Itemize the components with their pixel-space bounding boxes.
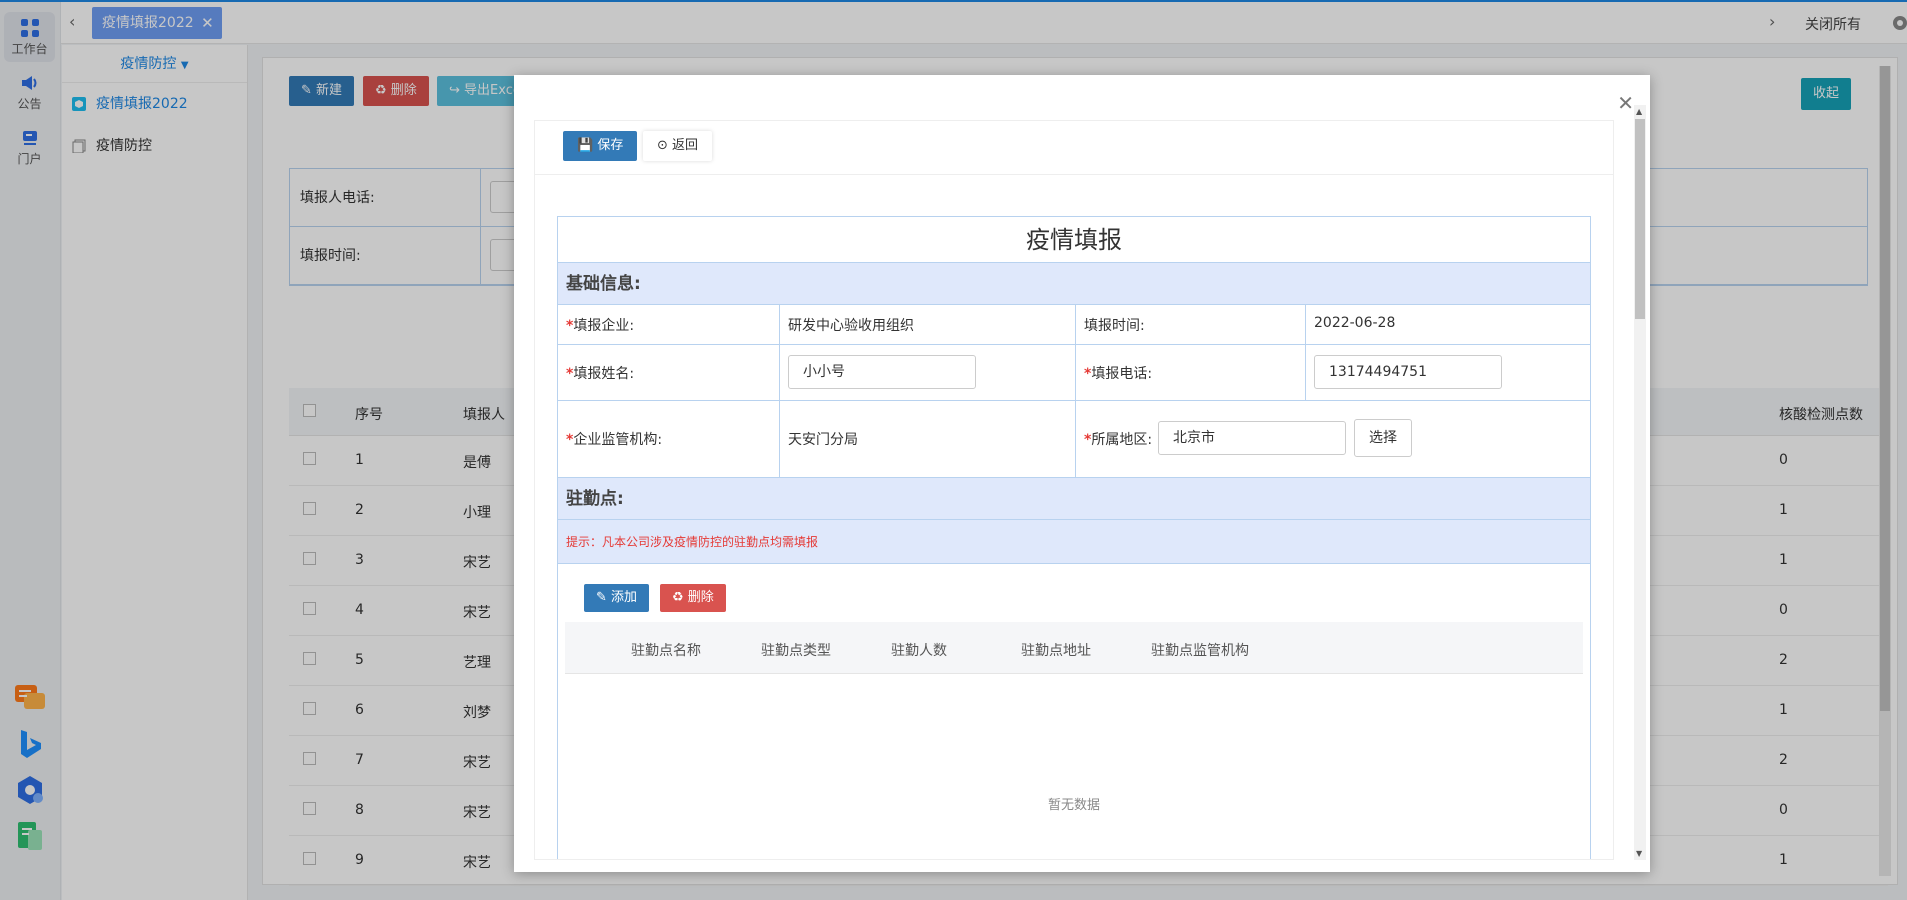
back-icon: ⊙	[657, 138, 673, 153]
add-label: 添加	[611, 590, 638, 605]
report-form: 疫情填报 基础信息: *填报企业: 研发中心验收用组织 填报时间: 2022-0…	[557, 216, 1591, 859]
col-station-count: 驻勤人数	[891, 643, 947, 659]
region-label: 所属地区:	[1091, 432, 1153, 448]
company-label-cell: *填报企业:	[558, 305, 780, 344]
save-button[interactable]: 💾 保存	[563, 131, 638, 161]
scroll-down-icon[interactable]: ▼	[1636, 849, 1642, 858]
close-icon[interactable]: ✕	[1617, 93, 1634, 113]
name-value-cell: 小小号	[780, 345, 1076, 400]
report-modal: ✕ 💾 保存 ⊙ 返回 疫情填报 基础信息: *填报企业: 研发中心验收用组织 …	[514, 75, 1650, 872]
save-label: 保存	[597, 138, 624, 153]
form-row-name: *填报姓名: 小小号 *填报电话: 13174494751	[558, 345, 1590, 401]
col-station-org: 驻勤点监管机构	[1151, 643, 1249, 659]
company-label: 填报企业:	[573, 318, 635, 334]
scrollbar-thumb[interactable]	[1635, 119, 1645, 319]
scroll-up-icon[interactable]: ▲	[1636, 107, 1642, 116]
region-cell: *所属地区: 北京市 选择	[1076, 401, 1592, 477]
org-label: 企业监管机构:	[573, 432, 663, 448]
time-value: 2022-06-28	[1314, 315, 1396, 331]
time-label: 填报时间:	[1084, 318, 1145, 334]
empty-state-text: 暂无数据	[1047, 798, 1100, 813]
del-label: 删除	[687, 590, 714, 605]
section-stations: 驻勤点:	[558, 478, 1590, 520]
modal-toolbar: 💾 保存 ⊙ 返回	[535, 121, 1613, 175]
back-label: 返回	[672, 138, 699, 153]
station-grid: ✎ 添加 ♻ 删除 驻勤点名称 驻勤点类型 驻勤人数 驻勤点地址 驻勤点监管机构…	[558, 564, 1590, 859]
col-station-type: 驻勤点类型	[761, 643, 831, 659]
form-title: 疫情填报	[558, 217, 1590, 263]
org-label-cell: *企业监管机构:	[558, 401, 780, 477]
company-value-cell: 研发中心验收用组织	[780, 305, 1076, 344]
station-grid-header: 驻勤点名称 驻勤点类型 驻勤人数 驻勤点地址 驻勤点监管机构	[565, 622, 1583, 674]
station-hint: 提示：凡本公司涉及疫情防控的驻勤点均需填报	[558, 520, 1590, 564]
phone-input[interactable]: 13174494751	[1314, 355, 1502, 389]
form-row-org: *企业监管机构: 天安门分局 *所属地区: 北京市 选择	[558, 401, 1590, 478]
phone-value-cell: 13174494751	[1306, 345, 1592, 400]
time-value-cell: 2022-06-28	[1306, 305, 1592, 344]
company-value: 研发中心验收用组织	[788, 318, 914, 334]
phone-label: 填报电话:	[1091, 366, 1153, 382]
col-station-address: 驻勤点地址	[1021, 643, 1091, 659]
back-button[interactable]: ⊙ 返回	[643, 131, 713, 161]
name-label: 填报姓名:	[573, 366, 635, 382]
add-icon: ✎	[596, 590, 612, 605]
name-label-cell: *填报姓名:	[558, 345, 780, 400]
delete-station-button[interactable]: ♻ 删除	[660, 584, 726, 612]
section-basic-info: 基础信息:	[558, 263, 1590, 305]
col-station-name: 驻勤点名称	[631, 643, 701, 659]
org-value: 天安门分局	[788, 432, 858, 448]
select-region-button[interactable]: 选择	[1354, 419, 1412, 457]
form-row-company: *填报企业: 研发中心验收用组织 填报时间: 2022-06-28	[558, 305, 1590, 345]
org-value-cell: 天安门分局	[780, 401, 1076, 477]
trash-icon: ♻	[672, 590, 688, 605]
time-label-cell: 填报时间:	[1076, 305, 1306, 344]
name-input[interactable]: 小小号	[788, 355, 976, 389]
add-station-button[interactable]: ✎ 添加	[584, 584, 650, 612]
modal-scrollbar[interactable]: ▲ ▼	[1634, 105, 1646, 860]
save-icon: 💾	[577, 138, 598, 153]
phone-label-cell: *填报电话:	[1076, 345, 1306, 400]
region-input[interactable]: 北京市	[1158, 421, 1346, 455]
modal-body: 💾 保存 ⊙ 返回 疫情填报 基础信息: *填报企业: 研发中心验收用组织 填报…	[534, 120, 1614, 860]
